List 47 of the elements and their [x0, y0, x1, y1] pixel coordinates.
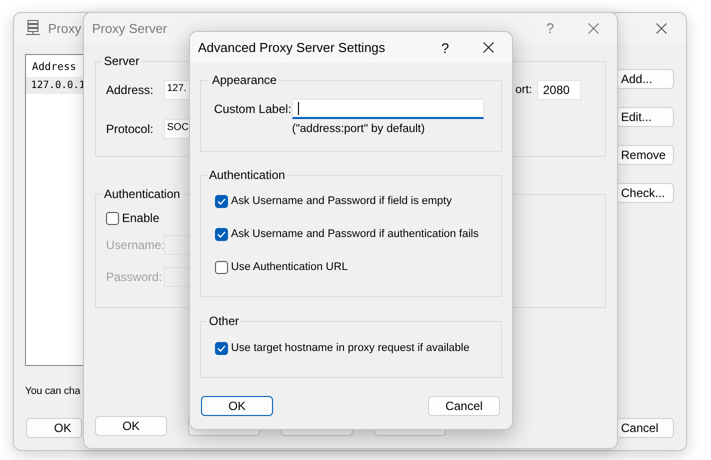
checkbox[interactable]: [215, 228, 228, 240]
list-row[interactable]: 127.0.0.1: [26, 77, 83, 94]
close-icon[interactable]: [656, 22, 667, 34]
dialog-button[interactable]: OK: [26, 418, 82, 438]
checkbox[interactable]: [215, 260, 228, 274]
checkmark-icon: [217, 230, 226, 238]
group-title: Authentication: [208, 167, 286, 183]
field-label: Custom Label:: [214, 102, 292, 116]
field-label: Protocol:: [106, 122, 154, 136]
checkbox-label: Ask Username and Password if field is empty: [231, 195, 452, 207]
side-button[interactable]: Check...: [616, 183, 674, 203]
group-title: Other: [208, 313, 240, 329]
server-icon: [26, 20, 40, 36]
hint-text: ("address:port" by default): [292, 123, 426, 135]
checkmark-icon: [217, 344, 226, 352]
field-label: Username:: [106, 238, 164, 252]
checkbox-label: Enable: [122, 211, 160, 225]
window-title: Advanced Proxy Server Settings: [198, 40, 386, 55]
dialog-button[interactable]: Cancel: [428, 396, 500, 416]
field-label: Address:: [106, 83, 154, 97]
dialog-button[interactable]: Cancel: [616, 418, 674, 438]
side-button[interactable]: Add...: [616, 69, 674, 89]
checkbox[interactable]: [215, 194, 228, 208]
checkbox-label: Use target hostname in proxy request if available: [231, 342, 470, 354]
window-title: Proxy: [48, 20, 82, 36]
checkbox-label: Ask Username and Password if authentication fails: [231, 228, 479, 240]
group-title: Server: [103, 53, 140, 69]
window-title: Proxy Server: [92, 20, 168, 36]
dialog-button[interactable]: OK: [95, 416, 167, 436]
input-field[interactable]: [292, 99, 484, 119]
close-icon[interactable]: [483, 42, 494, 53]
group-title: Authentication: [103, 186, 182, 202]
port-field[interactable]: 2080: [537, 80, 581, 100]
column-header: Address: [31, 60, 78, 75]
checkbox[interactable]: [106, 212, 119, 224]
help-button[interactable]: ?: [441, 40, 449, 56]
group-title: Appearance: [211, 72, 278, 88]
help-button[interactable]: ?: [546, 20, 554, 36]
checkbox-label: Use Authentication URL: [231, 261, 348, 273]
side-button[interactable]: Remove: [616, 145, 674, 165]
side-button[interactable]: Edit...: [616, 107, 674, 127]
dialog-button[interactable]: OK: [201, 396, 273, 416]
field-label: Password:: [106, 270, 164, 284]
info-text: You can cha: [25, 386, 80, 397]
field-label: ort:: [515, 84, 532, 96]
checkmark-icon: [217, 198, 226, 204]
checkbox[interactable]: [215, 342, 228, 354]
